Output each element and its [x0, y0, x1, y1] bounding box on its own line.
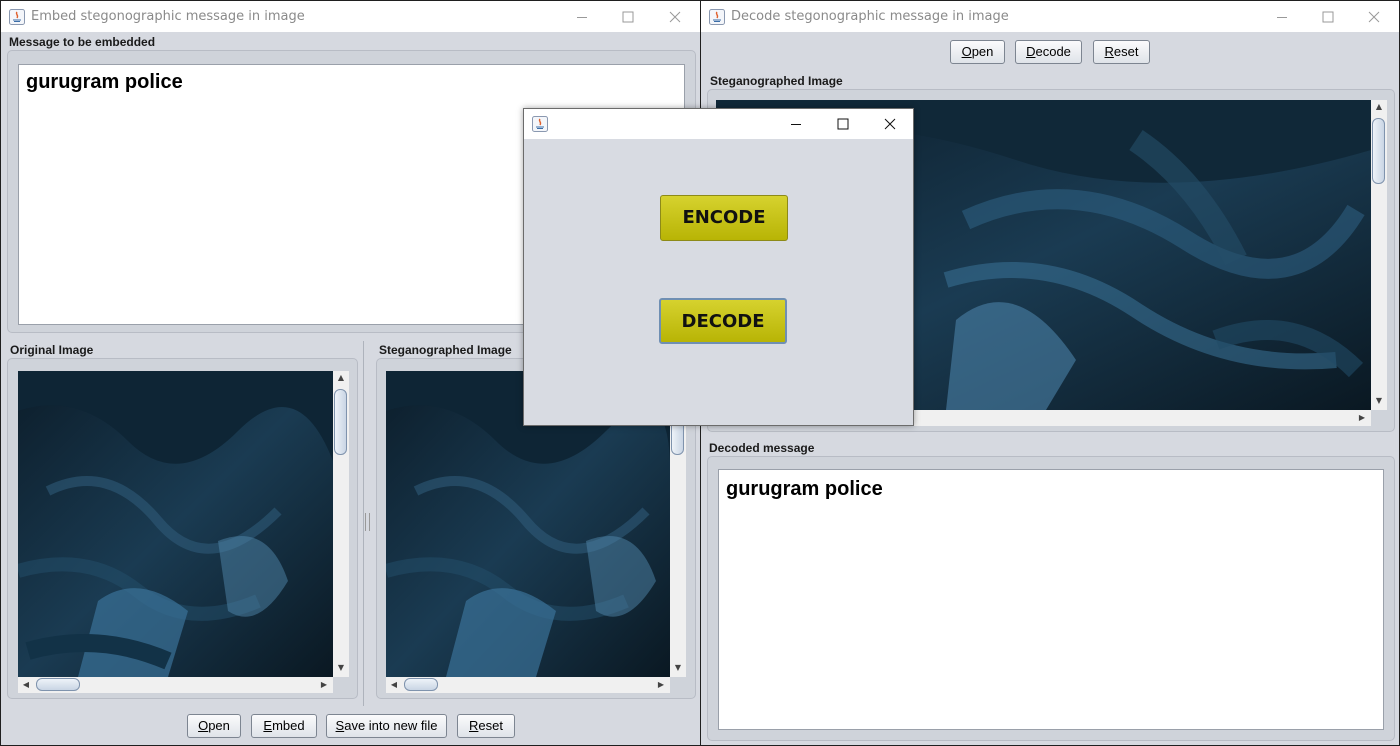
embed-stego-image-label: Steganographed Image [379, 343, 512, 357]
scroll-up-arrow-icon[interactable]: ▲ [1372, 100, 1386, 114]
dialog-decode-button[interactable]: DECODE [659, 298, 787, 344]
save-into-new-file-button[interactable]: Save into new file [326, 714, 447, 738]
scroll-down-arrow-icon[interactable]: ▼ [334, 661, 348, 675]
embed-titlebar[interactable]: Embed stegonographic message in image [1, 1, 700, 32]
original-horizontal-scrollbar[interactable]: ◀ ▶ [18, 677, 333, 693]
encode-button[interactable]: ENCODE [660, 195, 788, 241]
scroll-left-arrow-icon[interactable]: ◀ [387, 678, 401, 692]
open-button[interactable]: Open [187, 714, 241, 738]
original-image-panel: ▲ ▼ ◀ ▶ [7, 358, 358, 699]
embed-window-title: Embed stegonographic message in image [31, 9, 305, 24]
scroll-thumb[interactable] [334, 389, 347, 455]
decoded-message-textarea[interactable]: gurugram police [718, 469, 1384, 730]
message-label: Message to be embedded [9, 35, 156, 49]
decoded-message-panel: gurugram police [707, 456, 1395, 741]
embed-stego-horizontal-scrollbar[interactable]: ◀ ▶ [386, 677, 670, 693]
maximize-icon[interactable] [605, 1, 651, 32]
decode-open-button[interactable]: Open [950, 40, 1005, 64]
embed-button[interactable]: Embed [251, 714, 317, 738]
scroll-right-arrow-icon[interactable]: ▶ [1355, 411, 1369, 425]
minimize-icon[interactable] [1259, 1, 1305, 32]
close-icon[interactable] [652, 1, 698, 32]
java-icon [709, 9, 725, 25]
split-divider[interactable] [363, 341, 364, 706]
decode-stego-vertical-scrollbar[interactable]: ▲ ▼ [1371, 100, 1387, 410]
scroll-left-arrow-icon[interactable]: ◀ [19, 678, 33, 692]
decode-button[interactable]: Decode [1015, 40, 1082, 64]
close-icon[interactable] [867, 109, 913, 139]
decoded-message-text: gurugram police [726, 478, 883, 500]
decode-reset-button[interactable]: Reset [1093, 40, 1150, 64]
scroll-up-arrow-icon[interactable]: ▲ [334, 371, 348, 385]
scroll-thumb[interactable] [36, 678, 80, 691]
java-icon [532, 116, 548, 132]
decode-stego-image-label: Steganographed Image [710, 74, 843, 88]
scroll-right-arrow-icon[interactable]: ▶ [317, 678, 331, 692]
scroll-thumb[interactable] [404, 678, 438, 691]
decode-window-title: Decode stegonographic message in image [731, 9, 1009, 24]
chooser-dialog: ENCODE DECODE [523, 108, 914, 426]
message-text: gurugram police [26, 71, 183, 93]
decode-titlebar[interactable]: Decode stegonographic message in image [701, 1, 1399, 32]
maximize-icon[interactable] [820, 109, 866, 139]
minimize-icon[interactable] [773, 109, 819, 139]
maximize-icon[interactable] [1305, 1, 1351, 32]
original-image-label: Original Image [10, 343, 94, 357]
close-icon[interactable] [1351, 1, 1397, 32]
original-image [18, 371, 333, 677]
reset-button[interactable]: Reset [457, 714, 515, 738]
minimize-icon[interactable] [559, 1, 605, 32]
scroll-down-arrow-icon[interactable]: ▼ [1372, 394, 1386, 408]
scroll-thumb[interactable] [1372, 118, 1385, 184]
java-icon [9, 9, 25, 25]
scroll-down-arrow-icon[interactable]: ▼ [671, 661, 685, 675]
dialog-titlebar[interactable] [524, 109, 913, 139]
split-handle[interactable] [365, 513, 370, 531]
decoded-message-label: Decoded message [709, 441, 815, 455]
scroll-right-arrow-icon[interactable]: ▶ [654, 678, 668, 692]
original-vertical-scrollbar[interactable]: ▲ ▼ [333, 371, 349, 677]
